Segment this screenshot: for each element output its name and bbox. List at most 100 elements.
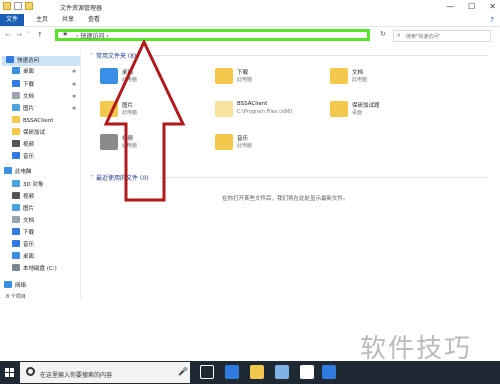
sidebar-item[interactable]: 桌面	[12, 252, 34, 262]
pin-icon[interactable]: ✱	[72, 94, 76, 100]
picture-icon	[12, 204, 20, 211]
tab-share[interactable]: 共享	[62, 14, 74, 26]
sidebar-item[interactable]: 下载	[12, 228, 34, 238]
red-arrow-annotation	[103, 40, 186, 202]
sidebar-item[interactable]: 视频	[12, 140, 34, 150]
folder-name: 保研加试题	[352, 103, 380, 109]
window-title: 文件资源管理器	[60, 5, 103, 12]
desktop-icon	[12, 67, 20, 74]
forward-button[interactable]: →	[16, 31, 22, 39]
pin-icon[interactable]: ✱	[72, 82, 76, 88]
folder-location: 此电脑	[352, 77, 368, 83]
sidebar-item[interactable]: 此电脑	[4, 167, 32, 177]
group-divider	[148, 55, 488, 56]
folder-icon	[3, 2, 11, 10]
windows-start-icon[interactable]	[0, 361, 20, 384]
sidebar-item[interactable]: 保研加试	[12, 128, 45, 138]
taskbar-search-placeholder: 在这里输入你要搜索的内容	[40, 372, 113, 379]
download-icon	[12, 80, 20, 87]
tab-home[interactable]: 主页	[36, 14, 48, 26]
tab-view[interactable]: 查看	[88, 14, 100, 26]
search-icon: ⌕	[397, 31, 401, 39]
store-icon[interactable]	[275, 365, 289, 379]
sidebar-item-label: 本地磁盘 (C:)	[23, 266, 57, 272]
app-icon[interactable]	[322, 365, 336, 379]
sidebar-item[interactable]: 网络	[4, 281, 26, 291]
edge-icon[interactable]	[225, 365, 239, 379]
sidebar-item[interactable]: 音乐	[12, 152, 34, 162]
ribbon	[0, 14, 500, 27]
microphone-icon[interactable]: 🎤	[178, 367, 188, 376]
folder-tile[interactable]: 音乐 此电脑	[215, 134, 315, 160]
sidebar-item-label: 桌面	[23, 254, 35, 260]
drive-icon	[12, 264, 20, 271]
sidebar-item-label: 此电脑	[15, 169, 32, 175]
breadcrumb-quick-access[interactable]: 快速访问	[80, 33, 104, 40]
folder-tile[interactable]: 文档 此电脑	[330, 68, 430, 94]
chevron-down-icon: ˅	[90, 175, 93, 182]
sidebar-item-label: 文档	[23, 218, 35, 224]
pin-icon[interactable]: ✱	[72, 69, 76, 75]
sidebar-item[interactable]: 本地磁盘 (C:)	[12, 264, 57, 274]
folder-location: C:\Program Files (x86)	[237, 109, 293, 115]
sidebar-item[interactable]: 3D 对象	[12, 180, 43, 190]
sidebar-item[interactable]: 视频	[12, 192, 34, 202]
folder-tile[interactable]: 下载 此电脑	[215, 68, 315, 94]
search-placeholder: 搜索"快速访问"	[406, 34, 441, 40]
sidebar-item[interactable]: 文档	[12, 216, 34, 226]
video-icon	[12, 140, 20, 147]
sidebar-item[interactable]: 音乐	[12, 240, 34, 250]
sidebar-item-label: 快速访问	[17, 58, 40, 64]
desktop-icon	[12, 252, 20, 259]
task-view-icon[interactable]	[200, 365, 214, 379]
sidebar-item[interactable]: 文档	[12, 92, 34, 102]
sidebar-item[interactable]: 快速访问	[2, 56, 80, 66]
folder-icon	[215, 134, 233, 150]
cortana-icon	[26, 367, 35, 376]
address-path[interactable]: › 快速访问 ›	[76, 31, 109, 40]
close-button[interactable]: ✕	[489, 2, 496, 11]
maximize-button[interactable]: ☐	[468, 2, 475, 11]
sidebar-item-label: 图片	[23, 206, 35, 212]
folder-icon	[12, 116, 20, 123]
music-icon	[12, 240, 20, 247]
pin-icon[interactable]: ✱	[72, 106, 76, 112]
download-icon	[12, 228, 20, 235]
network-icon	[4, 281, 12, 288]
document-icon	[12, 216, 20, 223]
up-button[interactable]: ↑	[37, 31, 43, 39]
minimize-button[interactable]: —	[446, 2, 454, 11]
file-explorer-icon[interactable]	[250, 365, 264, 379]
help-button[interactable]: ?	[490, 16, 494, 24]
sidebar-item-label: 音乐	[23, 242, 35, 248]
sidebar-item[interactable]: 图片	[12, 204, 34, 214]
sidebar-item-label: 3D 对象	[23, 182, 44, 188]
mail-icon[interactable]	[300, 365, 314, 379]
folder-tile[interactable]: BSSAClient C:\Program Files (x86)	[215, 101, 315, 127]
sidebar-item-label: 下载	[23, 230, 35, 236]
empty-recent-message: 在你打开某些文件后，我们将在此处显示最新文件。	[222, 196, 349, 202]
music-icon	[12, 152, 20, 159]
sidebar-item[interactable]: BSSAClient	[12, 116, 53, 126]
refresh-button[interactable]: ↻	[380, 30, 386, 38]
computer-icon	[4, 167, 12, 174]
folder-tile[interactable]: 保研加试题 桌面	[330, 101, 430, 127]
sidebar-item-label: 桌面	[23, 69, 35, 75]
sidebar-item-label: 文档	[23, 94, 35, 100]
new-folder-icon[interactable]	[25, 2, 33, 10]
folder-location: 桌面	[352, 110, 363, 116]
sidebar-item[interactable]: 桌面	[12, 67, 34, 77]
tab-file[interactable]: 文件	[0, 14, 24, 26]
properties-icon[interactable]	[14, 2, 22, 10]
star-icon	[6, 56, 14, 63]
recent-locations-button[interactable]: ˅	[27, 31, 31, 39]
quick-access-toolbar	[3, 2, 33, 10]
folder-name: 音乐	[237, 136, 249, 142]
sidebar-item[interactable]: 图片	[12, 104, 34, 114]
sidebar-item-label: 视频	[23, 142, 35, 148]
sidebar-item[interactable]: 下载	[12, 80, 34, 90]
folder-name: BSSAClient	[237, 101, 268, 107]
sidebar-item-label: 网络	[15, 283, 27, 289]
window-controls: — ☐ ✕	[446, 2, 496, 11]
back-button[interactable]: ←	[5, 31, 11, 39]
